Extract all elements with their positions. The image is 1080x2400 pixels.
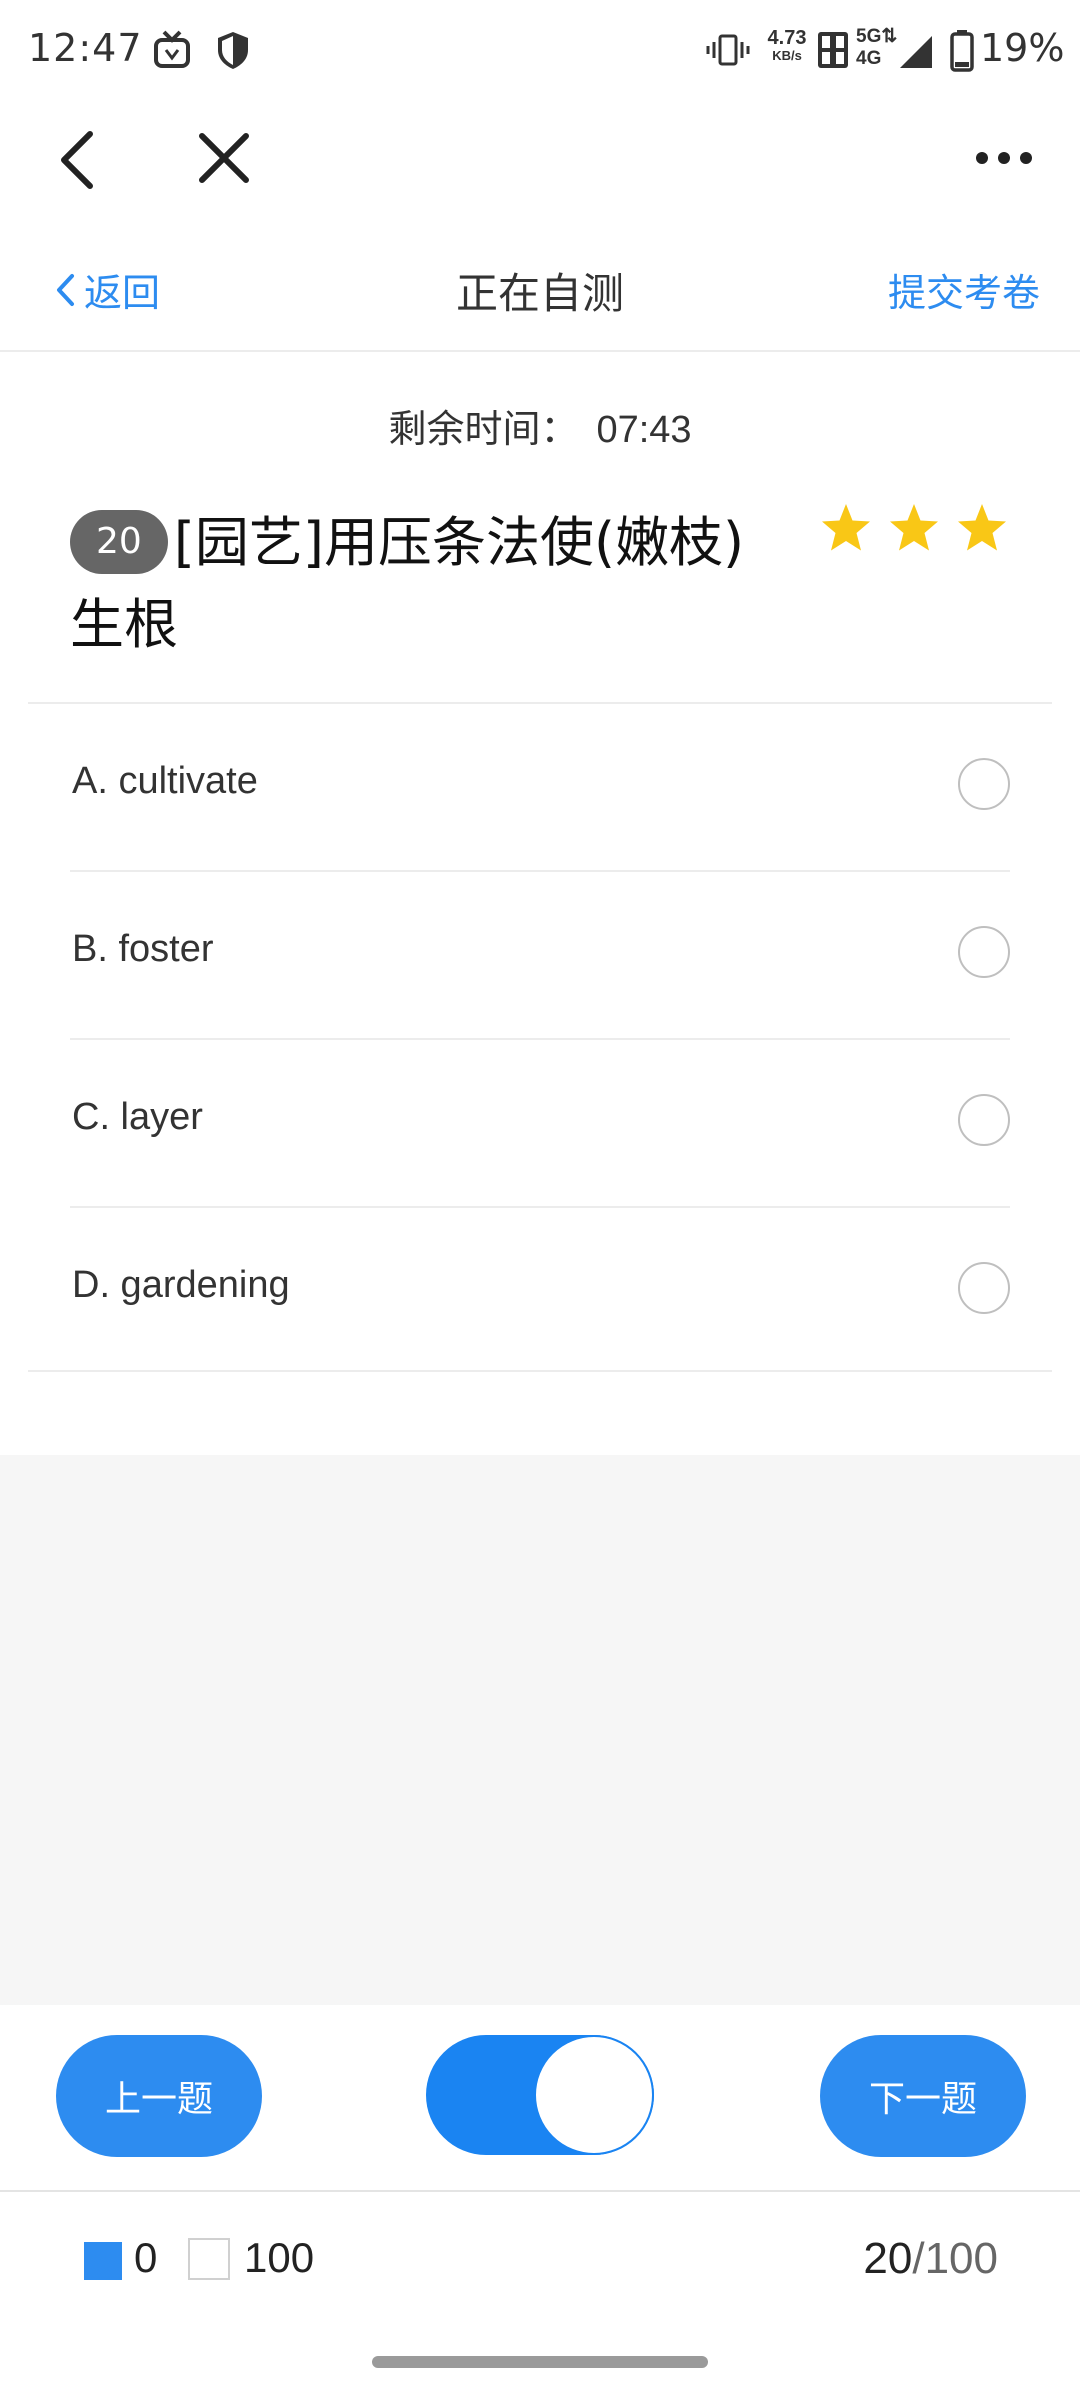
total-questions: /100 [912, 2234, 998, 2283]
network-speed: 4.73 KB/s [767, 27, 807, 63]
mode-toggle[interactable] [426, 2035, 654, 2155]
vibrate-icon [706, 34, 750, 66]
more-icon[interactable] [974, 150, 1034, 166]
answer-summary: 0 100 20/100 [0, 2192, 1080, 2332]
timer-value: 07:43 [596, 409, 692, 451]
unanswered-count: 100 [244, 2234, 315, 2281]
back-link[interactable]: 返回 [54, 262, 160, 317]
star-icon [890, 504, 938, 551]
difficulty-stars [820, 502, 1008, 554]
close-icon[interactable] [196, 130, 252, 186]
question-number-badge: 20 [70, 510, 168, 575]
signal-icon [900, 36, 932, 68]
submit-exam-button[interactable]: 提交考卷 [888, 262, 1040, 317]
hd-icon [818, 32, 848, 68]
option-radio[interactable] [958, 758, 1010, 810]
option-radio[interactable] [958, 1094, 1010, 1146]
option-d[interactable]: D. gardening [70, 1208, 1010, 1374]
options-divider [28, 1370, 1052, 1372]
next-question-button[interactable]: 下一题 [820, 2035, 1026, 2157]
option-radio[interactable] [958, 1262, 1010, 1314]
battery-icon [950, 30, 974, 72]
browser-toolbar [0, 100, 1080, 220]
status-time: 12:47 [28, 26, 143, 70]
back-arrow-icon[interactable] [56, 128, 100, 192]
toggle-knob [534, 2035, 654, 2155]
timer-label: 剩余时间： [388, 407, 579, 451]
back-link-label: 返回 [84, 271, 161, 315]
question-text: 20 [园艺]用压条法使(嫩枝)生根 [70, 502, 770, 666]
remaining-time: 剩余时间： 07:43 [0, 398, 1080, 453]
option-a[interactable]: A. cultivate [70, 704, 1010, 872]
question-progress[interactable]: 20/100 [863, 2234, 998, 2284]
option-label: B. foster [72, 928, 214, 970]
answered-legend-swatch [84, 2242, 122, 2280]
battery-percent: 19% [980, 26, 1065, 70]
network-type: 5G⇅ 4G [856, 26, 898, 69]
unanswered-legend-swatch [188, 2238, 230, 2280]
current-question: 20 [863, 2234, 913, 2283]
question-body: [园艺]用压条法使(嫩枝)生根 [70, 511, 745, 656]
option-label: C. layer [72, 1096, 203, 1138]
status-bar: 12:47 4.73 KB/s 5G⇅ 4G 19% [0, 0, 1080, 100]
tv-icon [154, 30, 190, 68]
previous-question-button[interactable]: 上一题 [56, 2035, 262, 2157]
option-c[interactable]: C. layer [70, 1040, 1010, 1208]
answered-count: 0 [134, 2234, 158, 2281]
empty-area [0, 1455, 1080, 2005]
star-icon [958, 504, 1006, 551]
option-label: A. cultivate [72, 760, 258, 802]
option-label: D. gardening [72, 1264, 290, 1306]
home-indicator[interactable] [372, 2356, 708, 2368]
page-header: 正在自测 返回 提交考卷 [0, 230, 1080, 352]
star-icon [822, 504, 870, 551]
bottom-navigation: 上一题 下一题 [0, 2005, 1080, 2192]
chevron-left-icon [57, 273, 74, 306]
shield-icon [218, 32, 248, 69]
option-radio[interactable] [958, 926, 1010, 978]
option-b[interactable]: B. foster [70, 872, 1010, 1040]
